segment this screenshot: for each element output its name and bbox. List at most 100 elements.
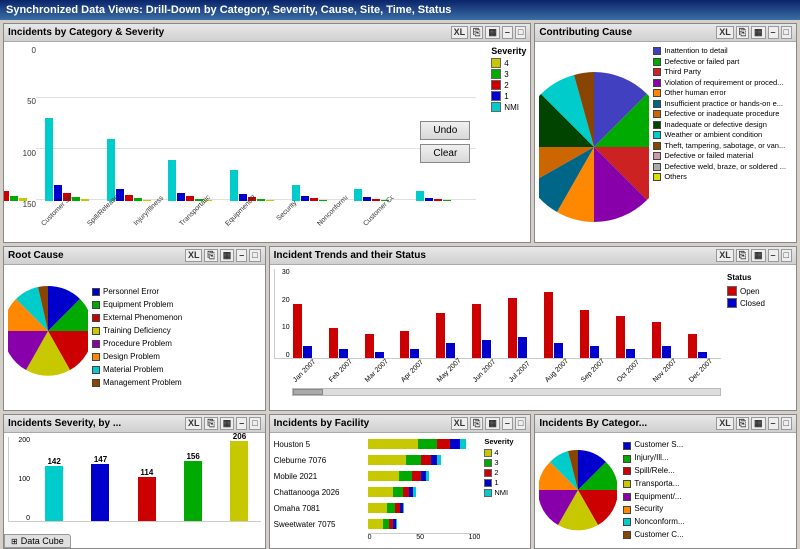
trend-open-bar-8 [580,310,589,358]
trend-closed-bar-9 [626,349,635,358]
contributing-legend: Inattention to detailDefective or failed… [653,46,792,183]
sev-xl-icon[interactable]: XL [185,417,203,430]
sev-copy-icon[interactable]: ⎘ [204,417,217,430]
category-pie-layout: Customer S...Injury/Ill...Spill/Rele...T… [539,437,792,544]
sev-val-3: 156 [186,452,199,461]
incidents-category-pie-content: Customer S...Injury/Ill...Spill/Rele...T… [535,433,796,548]
bar-group-6[interactable] [354,189,410,201]
cat-legend-label-2: Spill/Rele... [634,465,674,478]
facility-seg-1-4 [437,455,441,465]
cat-max-icon[interactable]: □ [781,417,792,430]
grid-icon: ⊞ [11,537,18,546]
fac-min-icon[interactable]: – [502,417,513,430]
contributing-legend-item-4: Other human error [653,88,792,99]
contributing-pie-area [539,46,649,238]
root-legend-item-6: Material Problem [92,364,182,376]
cont-xl-icon[interactable]: XL [716,26,734,39]
cat-legend-item-6: Nonconform... [623,516,684,529]
bar-group-4[interactable] [230,170,286,201]
sev-bar-col-1: 147 [79,455,121,521]
contributing-legend-label-2: Third Party [664,67,701,78]
trends-max-icon[interactable]: □ [781,249,792,262]
trend-closed-bar-5 [482,340,491,358]
root-chart-icon[interactable]: ▦ [220,249,235,262]
cat-legend-box-5 [623,506,631,514]
contributing-legend-label-6: Defective or inadequate procedure [664,109,779,120]
sev-bar-col-4: 206 [218,433,260,521]
undo-button[interactable]: Undo [420,121,470,140]
bar-6-0 [354,189,362,201]
root-legend-item-1: Equipment Problem [92,299,182,311]
root-max-icon[interactable]: □ [249,249,260,262]
contributing-legend-box-4 [653,89,661,97]
cont-copy-icon[interactable]: ⎘ [736,26,749,39]
cat-pie-icons: XL ⎘ ▦ – □ [716,417,792,430]
severity-chart: 0 100 200 142147114156206 [8,437,261,527]
cont-chart-icon[interactable]: ▦ [751,26,766,39]
bar-7-3 [443,200,451,201]
bar-2-0 [107,139,115,201]
trend-x-label-4: May 2007 [436,356,464,384]
trend-x-label-0: Jan 2007 [292,356,320,384]
facility-labels: Houston 5Cleburne 7076Mobile 2021Chattan… [274,437,364,533]
incidents-category-content: Severity 4 3 2 1 [4,42,530,242]
copy-icon[interactable]: ⎘ [470,26,483,39]
maximize-icon[interactable]: □ [515,26,526,39]
incidents-category-pie-title: Incidents By Categor... [539,418,647,429]
root-min-icon[interactable]: – [236,249,247,262]
sev-chart-icon[interactable]: ▦ [220,417,235,430]
cat-legend-item-2: Spill/Rele... [623,465,684,478]
sev-min-icon[interactable]: – [236,417,247,430]
fac-xl-icon[interactable]: XL [451,417,469,430]
cat-chart-icon[interactable]: ▦ [751,417,766,430]
bar-group-2[interactable] [107,139,163,201]
trend-bar-group-4 [436,313,469,358]
cat-min-icon[interactable]: – [768,417,779,430]
incidents-category-title: Incidents by Category & Severity [8,27,164,38]
category-pie-legend: Customer S...Injury/Ill...Spill/Rele...T… [623,439,684,541]
cat-legend-box-1 [623,455,631,463]
trends-chart-icon[interactable]: ▦ [751,249,766,262]
cat-xl-icon[interactable]: XL [716,417,734,430]
contributing-legend-box-11 [653,163,661,171]
fac-x-0: 0 [368,534,372,541]
trends-copy-icon[interactable]: ⎘ [736,249,749,262]
bar-7-1 [425,198,433,201]
cont-max-icon[interactable]: □ [781,26,792,39]
trends-bars-container [274,269,721,359]
incidents-severity-title: Incidents Severity, by ... [8,418,121,429]
facility-bar-row-3 [368,485,481,499]
root-legend-item-4: Procedure Problem [92,338,182,350]
bar-group-0[interactable] [4,77,39,201]
root-copy-icon[interactable]: ⎘ [204,249,217,262]
root-xl-icon[interactable]: XL [185,249,203,262]
contributing-cause-title: Contributing Cause [539,27,632,38]
bar-0-3 [10,196,18,201]
trends-min-icon[interactable]: – [768,249,779,262]
cat-legend-box-7 [623,531,631,539]
trends-scrollbar[interactable] [292,388,721,396]
bar-group-3[interactable] [168,160,224,201]
trend-closed-bar-1 [339,349,348,358]
sev-max-icon[interactable]: □ [249,417,260,430]
incidents-facility-content: Houston 5Cleburne 7076Mobile 2021Chattan… [270,433,531,548]
clear-button[interactable]: Clear [420,144,470,163]
trend-closed-bar-0 [303,346,312,358]
minimize-icon[interactable]: – [502,26,513,39]
fac-copy-icon[interactable]: ⎘ [470,417,483,430]
data-cube-tab[interactable]: ⊞ Data Cube [4,534,71,548]
fac-chart-icon[interactable]: ▦ [485,417,500,430]
xl-icon[interactable]: XL [451,26,469,39]
incident-trends-header: Incident Trends and their Status XL ⎘ ▦ … [270,247,796,265]
bar-group-1[interactable] [45,118,101,201]
cat-copy-icon[interactable]: ⎘ [736,417,749,430]
bar-0-4 [19,198,27,201]
sev-val-4: 206 [233,433,246,441]
bar-group-7[interactable] [416,191,472,201]
fac-max-icon[interactable]: □ [515,417,526,430]
trends-xl-icon[interactable]: XL [716,249,734,262]
chart-icon[interactable]: ▦ [485,26,500,39]
contributing-cause-header: Contributing Cause XL ⎘ ▦ – □ [535,24,796,42]
cont-min-icon[interactable]: – [768,26,779,39]
incidents-facility-title: Incidents by Facility [274,418,370,429]
